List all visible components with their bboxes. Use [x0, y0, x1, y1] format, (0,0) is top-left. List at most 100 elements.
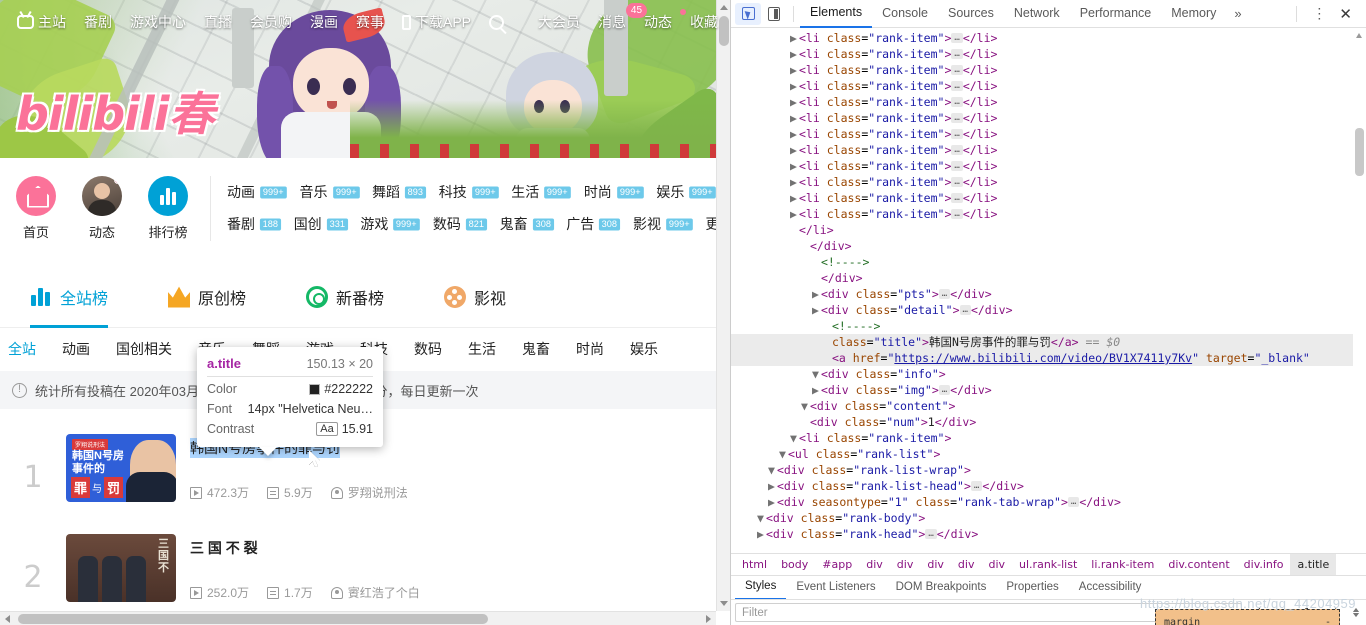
- breadcrumb-item[interactable]: ul.rank-list: [1012, 554, 1084, 575]
- channel-数码[interactable]: 数码 821: [433, 214, 494, 234]
- dom-tree-line[interactable]: </div>: [731, 270, 1366, 286]
- inspect-element-button[interactable]: [735, 2, 761, 25]
- channel-时尚[interactable]: 时尚 999+: [584, 182, 651, 202]
- dom-tree-line[interactable]: ▶ <li class="rank-item">… </li>: [731, 94, 1366, 110]
- nav-item-download-app[interactable]: 下载APP: [393, 12, 480, 32]
- dom-tree-line[interactable]: ▶ <li class="rank-item">… </li>: [731, 110, 1366, 126]
- nav-item-会员购[interactable]: 会员购: [241, 12, 301, 32]
- dom-tree-line[interactable]: ▶ <li class="rank-item">… </li>: [731, 190, 1366, 206]
- scroll-up-arrow-icon[interactable]: [1356, 33, 1362, 38]
- dom-tree-line[interactable]: ▶ <li class="rank-item">… </li>: [731, 126, 1366, 142]
- page-horizontal-scrollbar[interactable]: [0, 611, 716, 625]
- dom-tree-line[interactable]: <!---->: [731, 254, 1366, 270]
- author[interactable]: 罗翔说刑法: [330, 484, 408, 501]
- channel-影视[interactable]: 影视 999+: [633, 214, 700, 234]
- disclosure-triangle-icon[interactable]: ▼: [779, 446, 788, 462]
- sub-tab-时尚[interactable]: 时尚: [576, 339, 604, 359]
- dom-tree-line[interactable]: ▼ <div class="rank-body">: [731, 510, 1366, 526]
- disclosure-triangle-icon[interactable]: [823, 318, 832, 334]
- scroll-right-arrow-icon[interactable]: [706, 615, 711, 623]
- breadcrumb-item[interactable]: body: [774, 554, 815, 575]
- video-thumbnail[interactable]: 罗翔说刑法 韩国N号房 事件的 罪 与 罚: [66, 434, 176, 502]
- breadcrumb-item[interactable]: div: [890, 554, 921, 575]
- disclosure-triangle-icon[interactable]: ▶: [790, 94, 799, 110]
- disclosure-triangle-icon[interactable]: ▶: [757, 526, 766, 542]
- nav-item-主站[interactable]: 主站: [8, 12, 75, 32]
- disclosure-triangle-icon[interactable]: ▶: [790, 126, 799, 142]
- dom-tree-line[interactable]: ▼ <div class="content">: [731, 398, 1366, 414]
- disclosure-triangle-icon[interactable]: [790, 222, 799, 238]
- close-icon[interactable]: ✕: [1335, 5, 1362, 23]
- nav-item-漫画[interactable]: 漫画: [301, 12, 347, 32]
- breadcrumb-item[interactable]: div: [859, 554, 890, 575]
- disclosure-triangle-icon[interactable]: ▼: [790, 430, 799, 446]
- disclosure-triangle-icon[interactable]: ▶: [812, 286, 821, 302]
- breadcrumb-item[interactable]: div: [920, 554, 951, 575]
- disclosure-triangle-icon[interactable]: ▼: [801, 398, 810, 414]
- disclosure-triangle-icon[interactable]: ▶: [790, 174, 799, 190]
- dom-tree-line[interactable]: <a href="https://www.bilibili.com/video/…: [731, 350, 1366, 366]
- breadcrumb-item[interactable]: li.rank-item: [1084, 554, 1161, 575]
- channel-鬼畜[interactable]: 鬼畜 308: [500, 214, 561, 234]
- scroll-down-arrow-icon[interactable]: [720, 601, 728, 606]
- disclosure-triangle-icon[interactable]: ▶: [790, 158, 799, 174]
- channel-国创[interactable]: 国创 331: [294, 214, 355, 234]
- style-tab-styles[interactable]: Styles: [735, 575, 787, 600]
- dom-tree-line[interactable]: ▶ <div class="detail">… </div>: [731, 302, 1366, 318]
- dom-tree-line[interactable]: ▶ <div seasontype="1" class="rank-tab-wra…: [731, 494, 1366, 510]
- nav-item-赛事[interactable]: 赛事: [347, 12, 393, 32]
- style-tab-event-listeners[interactable]: Event Listeners: [786, 576, 885, 599]
- dom-tree-line[interactable]: ▼ <div class="rank-list-wrap">: [731, 462, 1366, 478]
- disclosure-triangle-icon[interactable]: ▶: [790, 46, 799, 62]
- dom-scrollbar[interactable]: [1353, 28, 1366, 553]
- scroll-left-arrow-icon[interactable]: [5, 615, 10, 623]
- breadcrumb-item[interactable]: html: [735, 554, 774, 575]
- sub-tab-动画[interactable]: 动画: [62, 339, 90, 359]
- disclosure-triangle-icon[interactable]: [823, 350, 832, 366]
- panel-stepper[interactable]: [1350, 608, 1362, 617]
- device-toolbar-button[interactable]: [761, 3, 787, 25]
- dom-tree-line[interactable]: ▼ <div class="info">: [731, 366, 1366, 382]
- disclosure-triangle-icon[interactable]: ▶: [768, 478, 777, 494]
- dom-tree-line[interactable]: ▶ <li class="rank-item">… </li>: [731, 206, 1366, 222]
- channel-科技[interactable]: 科技 999+: [439, 182, 506, 202]
- breadcrumb-item[interactable]: div.info: [1237, 554, 1291, 575]
- channel-entry-rank[interactable]: 排行榜: [140, 175, 196, 241]
- bilibili-logo[interactable]: bilibili春: [16, 78, 214, 144]
- sub-tab-数码[interactable]: 数码: [414, 339, 442, 359]
- breadcrumb-item[interactable]: div.content: [1161, 554, 1236, 575]
- dom-tree[interactable]: ▶ <li class="rank-item">… </li> ▶ <li class=…: [731, 28, 1366, 553]
- search-button[interactable]: [480, 14, 513, 30]
- tab-sources[interactable]: Sources: [938, 0, 1004, 27]
- breadcrumb-item[interactable]: div: [981, 554, 1012, 575]
- author[interactable]: 賨红浩了个白: [330, 584, 420, 601]
- nav-item-消息[interactable]: 消息 45: [589, 3, 648, 32]
- disclosure-triangle-icon[interactable]: [801, 238, 810, 254]
- disclosure-triangle-icon[interactable]: ▼: [757, 510, 766, 526]
- tab-network[interactable]: Network: [1004, 0, 1070, 27]
- dom-tree-line[interactable]: ▶ <div class="rank-list-head">… </div>: [731, 478, 1366, 494]
- rank-tab-新番榜[interactable]: 新番榜: [306, 266, 384, 328]
- dom-tree-line[interactable]: </div>: [731, 238, 1366, 254]
- dom-tree-line[interactable]: ▶ <div class="pts">… </div>: [731, 286, 1366, 302]
- rank-tab-原创榜[interactable]: 原创榜: [168, 266, 246, 328]
- tab-console[interactable]: Console: [872, 0, 938, 27]
- scroll-up-arrow-icon[interactable]: [720, 5, 728, 10]
- tab-performance[interactable]: Performance: [1070, 0, 1162, 27]
- disclosure-triangle-icon[interactable]: ▶: [768, 494, 777, 510]
- channel-音乐[interactable]: 音乐 999+: [300, 182, 367, 202]
- dom-tree-line[interactable]: ▶ <li class="rank-item">… </li>: [731, 30, 1366, 46]
- dom-tree-line[interactable]: </li>: [731, 222, 1366, 238]
- dom-tree-line[interactable]: ▶ <div class="rank-head">… </div>: [731, 526, 1366, 542]
- disclosure-triangle-icon[interactable]: ▶: [790, 30, 799, 46]
- dom-tree-line[interactable]: ▶ <li class="rank-item">… </li>: [731, 174, 1366, 190]
- rank-list-item[interactable]: 2 三国不 三 国 不 裂 252.0万 1.7万 賨红浩了个白: [0, 520, 716, 620]
- disclosure-triangle-icon[interactable]: [801, 414, 810, 430]
- nav-item-大会员[interactable]: 大会员: [529, 12, 589, 32]
- disclosure-triangle-icon[interactable]: ▶: [812, 302, 821, 318]
- disclosure-triangle-icon[interactable]: ▼: [812, 366, 821, 382]
- disclosure-triangle-icon[interactable]: ▶: [790, 110, 799, 126]
- sub-tab-娱乐[interactable]: 娱乐: [630, 339, 658, 359]
- disclosure-triangle-icon[interactable]: ▶: [790, 62, 799, 78]
- channel-entry-dynamic[interactable]: 动态: [74, 175, 130, 241]
